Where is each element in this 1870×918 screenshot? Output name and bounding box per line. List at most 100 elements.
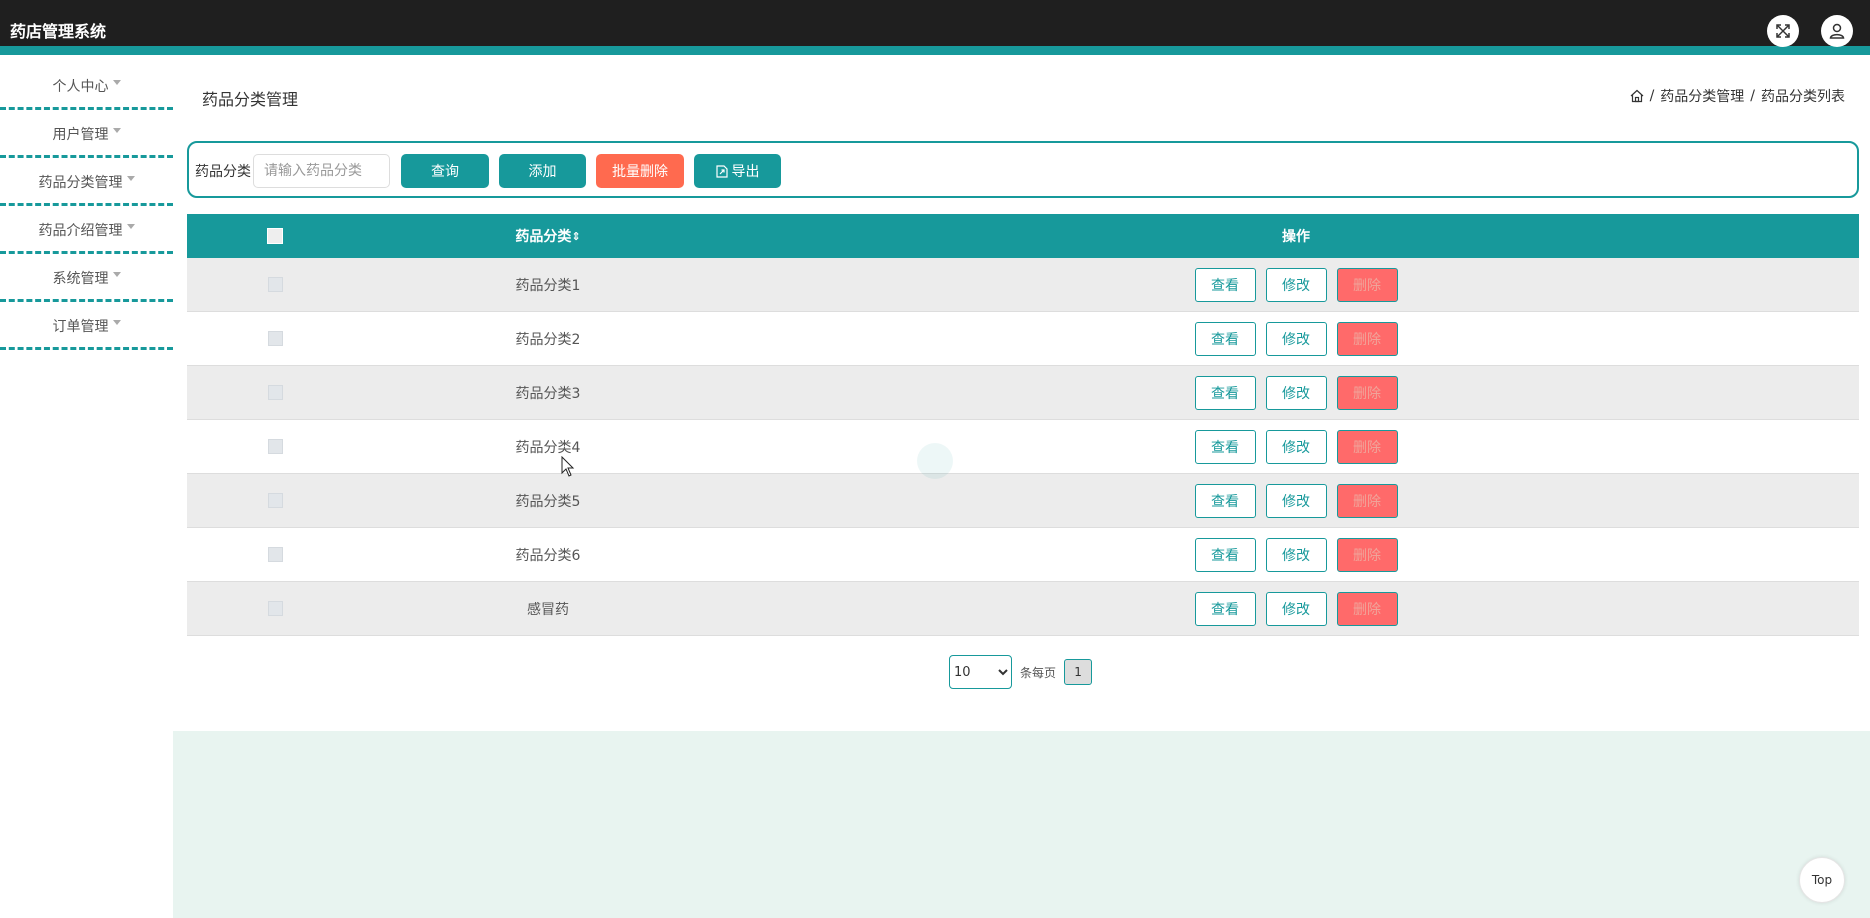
category-search-input[interactable]	[253, 154, 390, 188]
category-name-cell: 药品分类1	[515, 277, 581, 294]
home-icon[interactable]	[1630, 89, 1644, 103]
view-button[interactable]: 查看	[1194, 483, 1256, 518]
page-title: 药品分类管理	[202, 90, 299, 109]
delete-button[interactable]: 删除	[1336, 591, 1398, 626]
row-checkbox[interactable]	[267, 331, 283, 346]
caret-down-icon	[112, 80, 121, 85]
caret-down-icon	[112, 320, 121, 325]
top-bar: 药店管理系统	[0, 0, 1870, 55]
table-row: 药品分类3 查看 修改 删除	[187, 366, 1859, 420]
delete-button[interactable]: 删除	[1336, 267, 1398, 302]
search-panel: 药品分类 查询 添加 批量删除 导出	[187, 141, 1859, 198]
sidebar-item-personal-center[interactable]: 个人中心	[0, 64, 173, 110]
user-button[interactable]	[1821, 15, 1853, 47]
view-button[interactable]: 查看	[1194, 591, 1256, 626]
breadcrumb-level1[interactable]: 药品分类管理	[1660, 86, 1744, 106]
sidebar-item-label: 订单管理	[52, 318, 109, 335]
table-row: 药品分类2 查看 修改 删除	[187, 312, 1859, 366]
page-number-button[interactable]: 1	[1064, 659, 1093, 685]
view-button[interactable]: 查看	[1194, 429, 1256, 464]
row-checkbox[interactable]	[267, 547, 283, 562]
view-button[interactable]: 查看	[1194, 321, 1256, 356]
sidebar-item-medicine-intro[interactable]: 药品介绍管理	[0, 208, 173, 254]
per-page-label: 条每页	[1020, 665, 1057, 680]
sidebar-item-label: 药品分类管理	[38, 174, 123, 191]
add-button-label: 添加	[528, 164, 557, 180]
category-name-cell: 药品分类6	[515, 547, 581, 564]
table-row: 药品分类6 查看 修改 删除	[187, 528, 1859, 582]
click-ripple	[917, 443, 953, 479]
fullscreen-button[interactable]	[1767, 15, 1799, 47]
export-file-icon	[715, 164, 728, 178]
caret-down-icon	[112, 272, 121, 277]
edit-button[interactable]: 修改	[1265, 267, 1327, 302]
row-checkbox[interactable]	[267, 601, 283, 616]
delete-button[interactable]: 删除	[1336, 483, 1398, 518]
edit-button[interactable]: 修改	[1265, 375, 1327, 410]
column-header-label: 药品分类	[515, 229, 572, 245]
add-button[interactable]: 添加	[499, 154, 586, 188]
breadcrumb-separator: /	[1750, 88, 1755, 104]
table-row: 药品分类4 查看 修改 删除	[187, 420, 1859, 474]
caret-down-icon	[126, 224, 135, 229]
fullscreen-icon	[1776, 24, 1790, 38]
footer-area	[173, 731, 1870, 918]
table-row: 药品分类1 查看 修改 删除	[187, 258, 1859, 312]
sidebar-item-order-management[interactable]: 订单管理	[0, 304, 173, 350]
row-checkbox[interactable]	[267, 385, 283, 400]
edit-button[interactable]: 修改	[1265, 429, 1327, 464]
sort-icon: ⇕	[571, 229, 581, 243]
view-button[interactable]: 查看	[1194, 537, 1256, 572]
caret-down-icon	[126, 176, 135, 181]
back-to-top-button[interactable]: Top	[1799, 857, 1845, 903]
delete-button[interactable]: 删除	[1336, 375, 1398, 410]
edit-button[interactable]: 修改	[1265, 483, 1327, 518]
edit-button[interactable]: 修改	[1265, 537, 1327, 572]
row-checkbox[interactable]	[267, 277, 283, 292]
view-button[interactable]: 查看	[1194, 375, 1256, 410]
sidebar-item-label: 药品介绍管理	[38, 222, 123, 239]
app-title: 药店管理系统	[10, 22, 107, 41]
category-name-cell: 药品分类4	[515, 439, 581, 456]
breadcrumb-level2: 药品分类列表	[1761, 89, 1845, 105]
delete-button[interactable]: 删除	[1336, 321, 1398, 356]
sidebar: 个人中心 用户管理 药品分类管理 药品介绍管理 系统管理 订单管理	[0, 64, 173, 352]
pagination: 10 条每页 1	[949, 655, 1093, 689]
category-table: 药品分类 ⇕ 操作 药品分类1 查看 修改 删除 药品分类2 查看 修改 删除 …	[187, 214, 1859, 636]
edit-button[interactable]: 修改	[1265, 321, 1327, 356]
back-to-top-label: Top	[1811, 873, 1833, 887]
table-row: 感冒药 查看 修改 删除	[187, 582, 1859, 636]
table-header: 药品分类 ⇕ 操作	[187, 214, 1859, 258]
mouse-pointer-icon	[561, 456, 575, 477]
sidebar-item-label: 个人中心	[52, 78, 109, 95]
category-name-cell: 药品分类5	[515, 493, 581, 510]
batch-delete-button[interactable]: 批量删除	[596, 154, 684, 188]
batch-delete-button-label: 批量删除	[612, 164, 668, 180]
view-button[interactable]: 查看	[1194, 267, 1256, 302]
sidebar-item-label: 系统管理	[52, 270, 109, 287]
breadcrumb: / 药品分类管理 / 药品分类列表	[1630, 86, 1845, 106]
sidebar-item-label: 用户管理	[52, 126, 109, 143]
export-button-label: 导出	[731, 164, 760, 180]
category-name-cell: 药品分类2	[515, 331, 581, 348]
query-button[interactable]: 查询	[401, 154, 489, 188]
caret-down-icon	[112, 128, 121, 133]
sidebar-item-user-management[interactable]: 用户管理	[0, 112, 173, 158]
query-button-label: 查询	[431, 164, 459, 180]
page-size-select[interactable]: 10	[949, 655, 1012, 689]
column-header-category[interactable]: 药品分类 ⇕	[363, 214, 733, 258]
column-header-ops: 操作	[1282, 229, 1310, 245]
edit-button[interactable]: 修改	[1265, 591, 1327, 626]
sidebar-item-system-management[interactable]: 系统管理	[0, 256, 173, 302]
user-icon	[1829, 23, 1845, 39]
row-checkbox[interactable]	[267, 439, 283, 454]
select-all-checkbox[interactable]	[267, 228, 283, 244]
category-name-cell: 药品分类3	[515, 385, 581, 402]
delete-button[interactable]: 删除	[1336, 429, 1398, 464]
row-checkbox[interactable]	[267, 493, 283, 508]
search-label: 药品分类	[195, 164, 251, 180]
export-button[interactable]: 导出	[694, 154, 781, 188]
breadcrumb-separator: /	[1649, 88, 1655, 104]
sidebar-item-category-management[interactable]: 药品分类管理	[0, 160, 173, 206]
delete-button[interactable]: 删除	[1336, 537, 1398, 572]
